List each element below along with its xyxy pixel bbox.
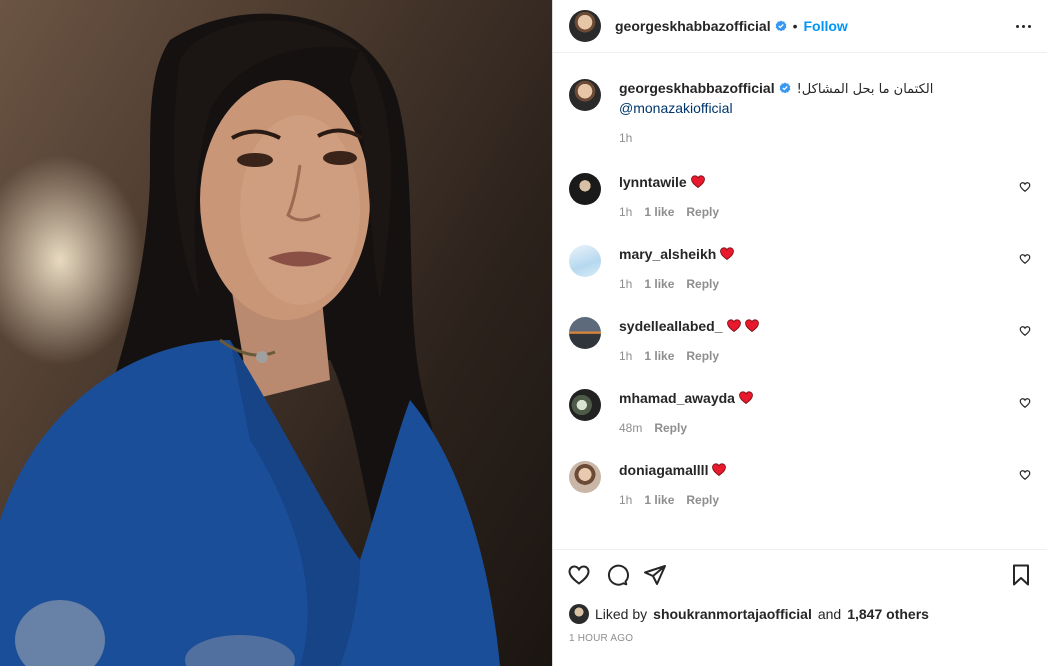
caption-username[interactable]: georgeskhabbazofficial	[619, 80, 775, 96]
post-actions	[553, 549, 1047, 599]
verified-badge-icon	[775, 20, 786, 32]
comment-like-heart-icon[interactable]	[1019, 469, 1031, 481]
more-options-icon[interactable]	[1016, 24, 1031, 28]
author-username[interactable]: georgeskhabbazofficial	[615, 18, 771, 34]
comment-time: 1h	[619, 277, 633, 291]
follow-button[interactable]: Follow	[804, 18, 848, 34]
reply-button[interactable]: Reply	[686, 277, 719, 291]
woman-portrait-image	[0, 13, 500, 666]
commenter-username[interactable]: mary_alsheikh	[619, 246, 716, 262]
commenter-avatar[interactable]	[569, 173, 601, 205]
post-header: georgeskhabbazofficial • Follow	[553, 0, 1047, 53]
verified-badge-icon	[779, 82, 790, 94]
comments-list[interactable]: georgeskhabbazofficial الكتمان ما بحل الم…	[553, 53, 1047, 549]
comment-like-count[interactable]: 1 like	[644, 277, 674, 291]
post-photo[interactable]	[0, 0, 552, 666]
post-timestamp: 1 HOUR AGO	[569, 633, 634, 644]
comment-time: 1h	[619, 493, 633, 507]
comment-like-count[interactable]: 1 like	[644, 349, 674, 363]
commenter-username[interactable]: lynntawile	[619, 174, 687, 190]
red-heart-emoji-icon	[739, 390, 753, 405]
comment-like-count[interactable]: 1 like	[644, 205, 674, 219]
caption-text: الكتمان ما بحل المشاكل!	[796, 82, 934, 97]
comment-like-heart-icon[interactable]	[1019, 325, 1031, 337]
caption-time: 1h	[619, 131, 633, 145]
liked-by-user[interactable]: shoukranmortajaofficial	[653, 606, 812, 622]
red-heart-emoji-icon	[744, 318, 759, 333]
commenter-avatar[interactable]	[569, 389, 601, 421]
post-caption: georgeskhabbazofficial الكتمان ما بحل الم…	[569, 79, 1031, 173]
comment-like-heart-icon[interactable]	[1019, 181, 1031, 193]
comment-like-heart-icon[interactable]	[1019, 253, 1031, 265]
author-avatar[interactable]	[569, 10, 601, 42]
liker-avatar[interactable]	[569, 604, 589, 624]
likes-summary: Liked by shoukranmortajaofficial and 1,8…	[553, 599, 1047, 629]
commenter-avatar[interactable]	[569, 317, 601, 349]
red-heart-emoji-icon	[720, 246, 735, 261]
comment-item: lynntawile 1h 1 like Reply	[569, 173, 1031, 245]
comment-like-count[interactable]: 1 like	[644, 493, 674, 507]
comment-item: doniagamallll 1h 1 like Reply	[569, 461, 1031, 533]
commenter-username[interactable]: mhamad_awayda	[619, 390, 735, 406]
heart-icon[interactable]	[567, 563, 591, 587]
comment-icon[interactable]	[605, 563, 629, 587]
commenter-username[interactable]: doniagamallll	[619, 462, 708, 478]
caption-avatar[interactable]	[569, 79, 601, 111]
comment-item: sydelleallabed_ 1h 1 like Reply	[569, 317, 1031, 389]
red-heart-emoji-icon	[690, 174, 705, 189]
liked-by-others[interactable]: 1,847 others	[847, 606, 929, 622]
post-sidebar: georgeskhabbazofficial • Follow georgesk…	[552, 0, 1047, 666]
commenter-avatar[interactable]	[569, 461, 601, 493]
comment-item: mary_alsheikh 1h 1 like Reply	[569, 245, 1031, 317]
instagram-post: georgeskhabbazofficial • Follow georgesk…	[0, 0, 1047, 666]
liked-by-prefix: Liked by	[595, 606, 648, 622]
commenter-avatar[interactable]	[569, 245, 601, 277]
red-heart-emoji-icon	[726, 318, 741, 333]
bookmark-icon[interactable]	[1009, 563, 1033, 587]
reply-button[interactable]: Reply	[686, 493, 719, 507]
caption-mention[interactable]: @monazakiofficial	[619, 100, 733, 116]
comment-time: 1h	[619, 349, 633, 363]
liked-by-and: and	[817, 606, 842, 622]
reply-button[interactable]: Reply	[686, 349, 719, 363]
comment-item: mhamad_awayda 48m Reply	[569, 389, 1031, 461]
reply-button[interactable]: Reply	[654, 421, 687, 435]
comment-time: 48m	[619, 421, 643, 435]
commenter-username[interactable]: sydelleallabed_	[619, 318, 723, 334]
share-icon[interactable]	[643, 563, 667, 587]
separator-dot: •	[792, 18, 798, 34]
red-heart-emoji-icon	[712, 462, 727, 477]
reply-button[interactable]: Reply	[686, 205, 719, 219]
comment-time: 1h	[619, 205, 633, 219]
comment-like-heart-icon[interactable]	[1019, 397, 1031, 409]
